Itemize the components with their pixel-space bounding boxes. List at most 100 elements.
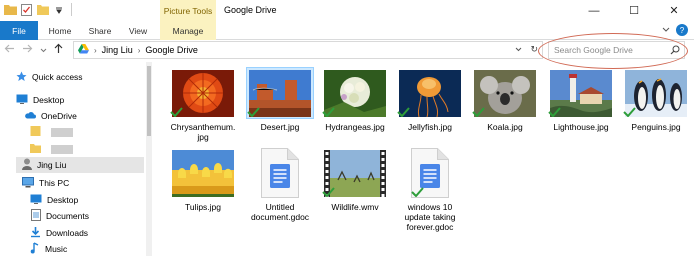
minimize-button[interactable]: — [574,0,614,21]
image-thumbnail [170,68,236,118]
divider [71,3,72,16]
breadcrumb-separator: › [94,45,97,55]
sidebar-item-label: Downloads [46,228,89,238]
image-thumbnail [623,68,689,118]
help-icon[interactable]: ? [676,24,688,36]
file-name: Hydrangeas.jpg [325,122,385,132]
tab-view[interactable]: View [120,21,156,40]
computer-icon [22,176,34,190]
file-item[interactable]: Jellyfish.jpg [395,68,465,132]
file-name: Koala.jpg [487,122,523,132]
google-drive-icon [78,44,89,56]
folder-icon [30,125,41,139]
customize-toolbar-icon[interactable] [52,3,65,16]
address-dropdown-icon[interactable] [515,44,522,55]
navigation-pane: Quick access Desktop OneDrive Jing Liu T… [0,62,152,256]
file-item[interactable]: Penguins.jpg [621,68,691,132]
sidebar-item-downloads[interactable]: Downloads [30,225,146,241]
desktop-icon [16,94,28,106]
file-name: Tulips.jpg [184,202,222,212]
file-name: windows 10 update taking forever.gdoc [404,202,456,232]
file-item[interactable]: windows 10 update taking forever.gdoc [395,148,465,232]
documents-icon [30,209,41,223]
image-thumbnail [322,68,388,118]
image-thumbnail [548,68,614,118]
desktop-icon [30,194,42,206]
forward-arrow-icon[interactable] [22,44,33,56]
sidebar-item-this-pc[interactable]: This PC [22,175,146,191]
breadcrumb-separator: › [137,45,141,55]
navigation-buttons [4,43,63,57]
file-item[interactable]: Untitled document.gdoc [245,148,315,222]
user-icon [22,158,32,172]
file-item[interactable]: Lighthouse.jpg [546,68,616,132]
sidebar-item-documents[interactable]: Documents [30,208,146,224]
search-input[interactable]: Search Google Drive [548,41,685,59]
sidebar-item-music[interactable]: Music [30,241,146,257]
address-bar[interactable]: › Jing Liu › Google Drive ↻ [73,41,543,59]
sidebar-item-jing-liu[interactable]: Jing Liu [16,157,144,173]
navigation-pane-scrollbar[interactable] [146,62,152,256]
star-icon [16,71,27,84]
search-icon[interactable] [670,45,680,57]
chevron-down-icon[interactable] [662,25,670,35]
image-thumbnail [397,68,463,118]
sidebar-item-label: Music [45,244,68,254]
download-icon [30,226,41,240]
sidebar-item-folder[interactable] [30,124,146,140]
close-button[interactable]: ✕ [654,0,694,21]
sync-check-icon [397,107,410,119]
redacted-label [51,127,73,137]
context-tab-picture-tools: Picture Tools [160,0,216,21]
file-item[interactable]: Tulips.jpg [168,148,238,212]
sync-check-icon [411,187,424,199]
file-name: Chrysanthemum. jpg [170,122,236,142]
address-actions: ↻ [515,44,538,55]
sidebar-item-label: Jing Liu [37,160,67,170]
back-arrow-icon[interactable] [4,44,15,56]
recent-locations-icon[interactable] [40,45,47,56]
tab-share[interactable]: Share [82,21,118,40]
music-icon [30,242,40,256]
file-name: Lighthouse.jpg [553,122,609,132]
refresh-icon[interactable]: ↻ [530,44,538,55]
sync-check-icon [623,107,636,119]
properties-icon[interactable] [20,3,33,16]
cloud-icon [24,111,36,121]
up-arrow-icon[interactable] [54,43,63,57]
file-item[interactable]: Chrysanthemum. jpg [168,68,238,142]
file-item[interactable]: Desert.jpg [245,67,315,132]
tab-home[interactable]: Home [40,21,80,40]
scrollbar-thumb[interactable] [147,66,151,136]
search-placeholder: Search Google Drive [554,45,633,55]
sidebar-item-desktop[interactable]: Desktop [30,192,146,208]
file-item[interactable]: Koala.jpg [470,68,540,132]
tab-manage[interactable]: Manage [160,21,216,40]
folder-icon [30,143,41,155]
ribbon-tabs: File Home Share View Manage ? [0,21,694,40]
image-thumbnail [246,67,314,119]
sync-check-icon [247,107,260,119]
sidebar-item-onedrive[interactable]: OneDrive [24,108,146,124]
breadcrumb-jing-liu[interactable]: Jing Liu [102,45,133,55]
sidebar-item-folder[interactable] [30,141,146,157]
sync-check-icon [322,107,335,119]
file-item[interactable]: Hydrangeas.jpg [320,68,390,132]
sidebar-item-label: Documents [46,211,89,221]
file-item[interactable]: Wildlife.wmv [320,148,390,212]
sidebar-item-desktop[interactable]: Desktop [16,92,146,108]
sync-check-icon [472,107,485,119]
breadcrumb-google-drive[interactable]: Google Drive [145,45,198,55]
sidebar-item-label: This PC [39,178,70,188]
file-name: Untitled document.gdoc [250,202,310,222]
tab-file[interactable]: File [0,21,38,40]
quick-access-toolbar [4,3,72,16]
maximize-button[interactable]: ☐ [614,0,654,21]
video-thumbnail [322,148,388,198]
sidebar-item-quick-access[interactable]: Quick access [16,69,146,85]
folder-icon[interactable] [4,3,17,16]
sync-check-icon [548,107,561,119]
new-folder-icon[interactable] [36,3,49,16]
sidebar-item-label: OneDrive [41,111,77,121]
image-thumbnail [170,148,236,198]
